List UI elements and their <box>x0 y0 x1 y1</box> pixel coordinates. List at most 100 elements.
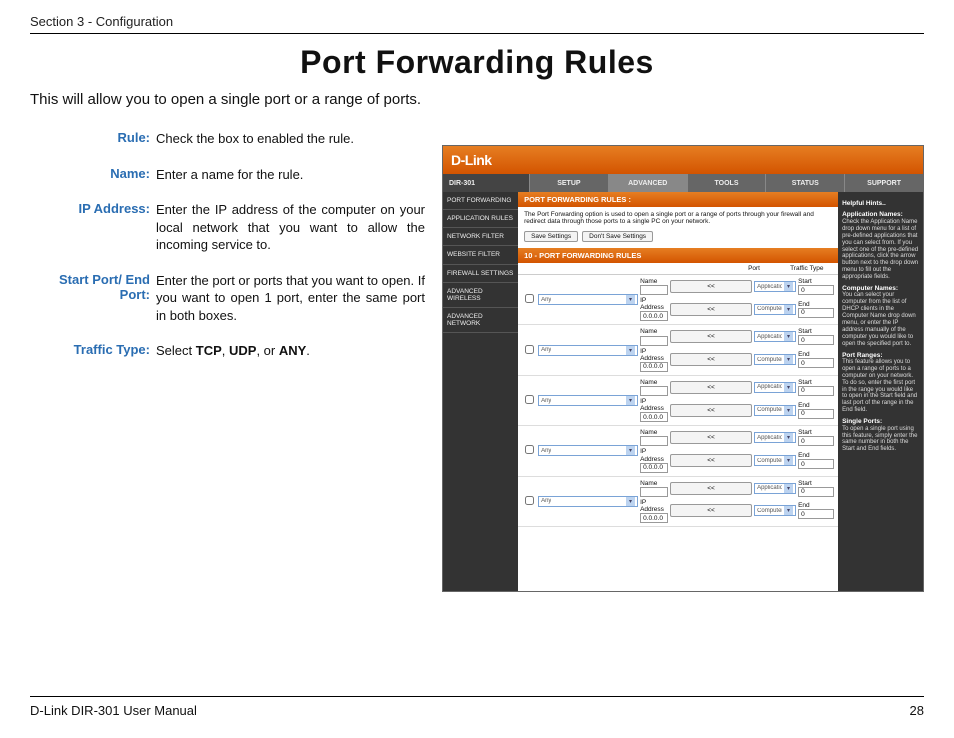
copy-app-button[interactable]: << <box>670 431 752 444</box>
name-input[interactable] <box>640 336 668 346</box>
end-port-input[interactable]: 0 <box>798 509 834 519</box>
ip-input[interactable]: 0.0.0.0 <box>640 362 668 372</box>
start-port-input[interactable]: 0 <box>798 335 834 345</box>
application-name-select[interactable]: Application Name▾ <box>754 281 796 292</box>
chevron-down-icon: ▾ <box>626 295 635 304</box>
name-input[interactable] <box>640 386 668 396</box>
panel-title: PORT FORWARDING RULES : <box>518 192 838 207</box>
end-port-input[interactable]: 0 <box>798 308 834 318</box>
name-input[interactable] <box>640 436 668 446</box>
copy-app-button[interactable]: << <box>670 381 752 394</box>
copy-computer-button[interactable]: << <box>670 504 752 517</box>
application-name-select[interactable]: Application Name▾ <box>754 432 796 443</box>
name-label: Name <box>640 429 668 436</box>
computer-name-select[interactable]: Computer Name▾ <box>754 455 796 466</box>
footer-page: 28 <box>910 703 924 718</box>
chevron-down-icon: ▾ <box>626 396 635 405</box>
brand-logo: D-Link <box>451 152 492 168</box>
help-h3: Port Ranges: <box>842 352 919 359</box>
start-port-input[interactable]: 0 <box>798 487 834 497</box>
computer-name-select[interactable]: Computer Name▾ <box>754 304 796 315</box>
name-label: Name <box>640 328 668 335</box>
panel-desc: The Port Forwarding option is used to op… <box>518 207 838 229</box>
traffic-type-select[interactable]: Any▾ <box>538 445 638 456</box>
sidebar-item-advwireless[interactable]: ADVANCED WIRELESS <box>443 283 518 308</box>
chevron-down-icon: ▾ <box>626 497 635 506</box>
sidebar: PORT FORWARDING APPLICATION RULES NETWOR… <box>443 192 518 591</box>
start-label: Start <box>798 379 834 386</box>
sidebar-item-advnetwork[interactable]: ADVANCED NETWORK <box>443 308 518 333</box>
intro-text: This will allow you to open a single por… <box>30 91 924 108</box>
traffic-type-select[interactable]: Any▾ <box>538 395 638 406</box>
traffic-type-select[interactable]: Any▾ <box>538 345 638 356</box>
ip-input[interactable]: 0.0.0.0 <box>640 513 668 523</box>
name-label: Name <box>640 480 668 487</box>
ip-label: IP Address <box>640 398 668 412</box>
col-traffic: Traffic Type <box>790 265 826 272</box>
sidebar-item-websitefilter[interactable]: WEBSITE FILTER <box>443 246 518 264</box>
tab-support[interactable]: SUPPORT <box>844 174 923 192</box>
chevron-down-icon: ▾ <box>626 446 635 455</box>
copy-app-button[interactable]: << <box>670 482 752 495</box>
tab-tools[interactable]: TOOLS <box>687 174 766 192</box>
start-label: Start <box>798 429 834 436</box>
help-t1: Check the Application Name drop down men… <box>842 219 919 281</box>
application-name-select[interactable]: Application Name▾ <box>754 331 796 342</box>
traffic-type-select[interactable]: Any▾ <box>538 294 638 305</box>
ip-input[interactable]: 0.0.0.0 <box>640 311 668 321</box>
end-port-input[interactable]: 0 <box>798 409 834 419</box>
dont-save-button[interactable]: Don't Save Settings <box>582 231 653 242</box>
copy-computer-button[interactable]: << <box>670 454 752 467</box>
rule-enable-checkbox[interactable] <box>525 294 534 303</box>
copy-computer-button[interactable]: << <box>670 353 752 366</box>
chevron-down-icon: ▾ <box>784 433 793 442</box>
ip-label: IP Address <box>640 348 668 362</box>
sidebar-item-apprules[interactable]: APPLICATION RULES <box>443 210 518 228</box>
name-label: Name <box>640 278 668 285</box>
rule-row: Name<<Application Name▾Start0Any▾IP Addr… <box>518 275 838 325</box>
copy-app-button[interactable]: << <box>670 330 752 343</box>
desc-port: Enter the port or ports that you want to… <box>156 272 425 325</box>
application-name-select[interactable]: Application Name▾ <box>754 382 796 393</box>
traffic-type-select[interactable]: Any▾ <box>538 496 638 507</box>
end-label: End <box>798 502 834 509</box>
rule-enable-checkbox[interactable] <box>525 496 534 505</box>
computer-name-select[interactable]: Computer Name▾ <box>754 405 796 416</box>
rule-enable-checkbox[interactable] <box>525 345 534 354</box>
start-port-input[interactable]: 0 <box>798 386 834 396</box>
term-ip: IP Address: <box>30 201 156 254</box>
tab-status[interactable]: STATUS <box>765 174 844 192</box>
end-port-input[interactable]: 0 <box>798 459 834 469</box>
help-title: Helpful Hints.. <box>842 200 919 207</box>
chevron-down-icon: ▾ <box>784 305 793 314</box>
computer-name-select[interactable]: Computer Name▾ <box>754 505 796 516</box>
tab-advanced[interactable]: ADVANCED <box>608 174 687 192</box>
sidebar-item-portforwarding[interactable]: PORT FORWARDING <box>443 192 518 210</box>
copy-app-button[interactable]: << <box>670 280 752 293</box>
chevron-down-icon: ▾ <box>784 332 793 341</box>
chevron-down-icon: ▾ <box>784 282 793 291</box>
copy-computer-button[interactable]: << <box>670 404 752 417</box>
sidebar-item-networkfilter[interactable]: NETWORK FILTER <box>443 228 518 246</box>
ip-input[interactable]: 0.0.0.0 <box>640 463 668 473</box>
save-button[interactable]: Save Settings <box>524 231 578 242</box>
sidebar-item-firewall[interactable]: FIREWALL SETTINGS <box>443 265 518 283</box>
rule-enable-checkbox[interactable] <box>525 395 534 404</box>
copy-computer-button[interactable]: << <box>670 303 752 316</box>
end-port-input[interactable]: 0 <box>798 358 834 368</box>
router-menubar: DIR-301 SETUP ADVANCED TOOLS STATUS SUPP… <box>443 174 923 192</box>
tab-setup[interactable]: SETUP <box>529 174 608 192</box>
ip-label: IP Address <box>640 297 668 311</box>
end-label: End <box>798 402 834 409</box>
start-port-input[interactable]: 0 <box>798 436 834 446</box>
rule-enable-checkbox[interactable] <box>525 445 534 454</box>
application-name-select[interactable]: Application Name▾ <box>754 483 796 494</box>
ip-input[interactable]: 0.0.0.0 <box>640 412 668 422</box>
start-port-input[interactable]: 0 <box>798 285 834 295</box>
help-sidebar: Helpful Hints.. Application Names: Check… <box>838 192 923 591</box>
end-label: End <box>798 351 834 358</box>
help-h1: Application Names: <box>842 211 919 218</box>
name-input[interactable] <box>640 487 668 497</box>
computer-name-select[interactable]: Computer Name▾ <box>754 354 796 365</box>
name-input[interactable] <box>640 285 668 295</box>
